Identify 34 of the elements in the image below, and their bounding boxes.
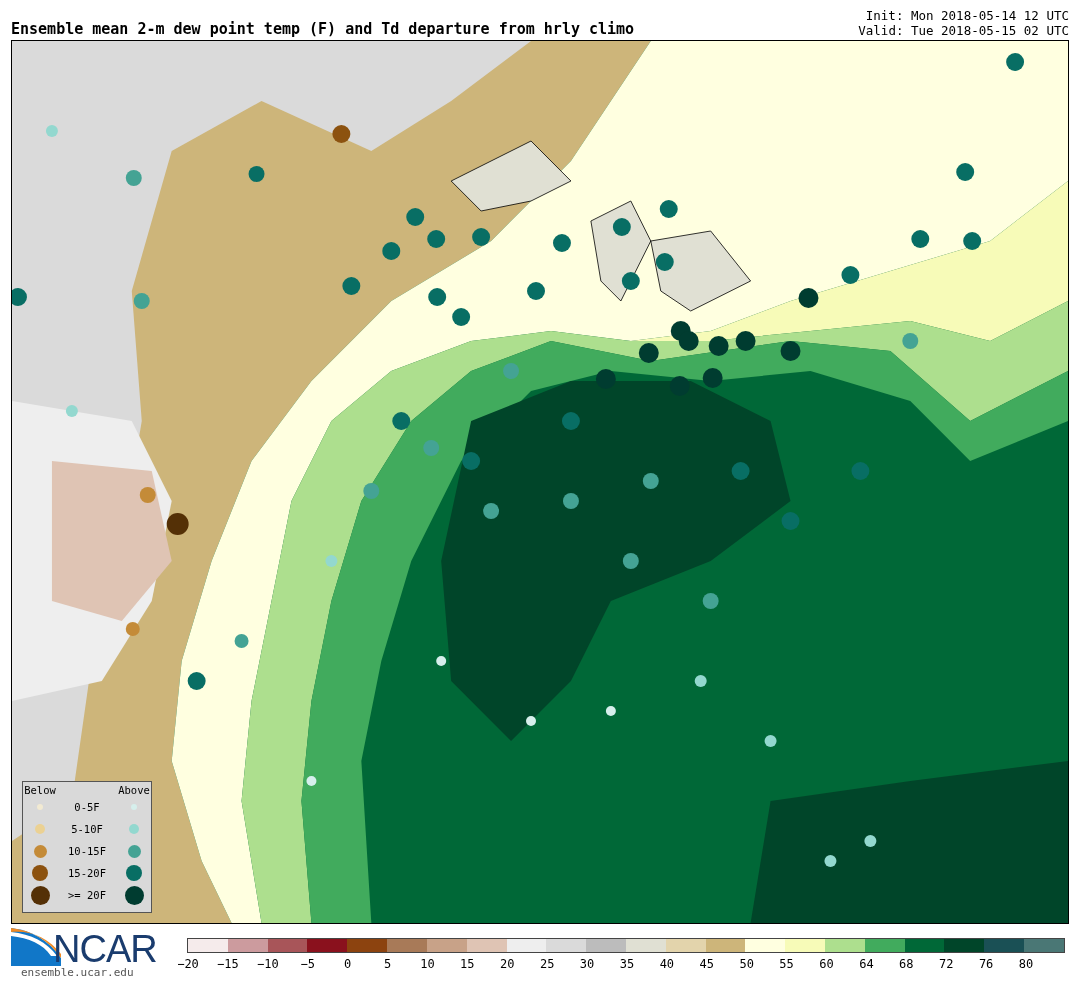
logo-text: NCAR	[53, 932, 157, 966]
colorbar-tick-label: 64	[859, 957, 874, 971]
colorbar-tick-label: 45	[699, 957, 714, 971]
website-url: ensemble.ucar.edu	[21, 966, 135, 979]
legend-label: 5-10F	[71, 823, 103, 835]
colorbar-tick-label: 55	[779, 957, 794, 971]
colorbar-tick-label: 30	[579, 957, 595, 971]
colorbar-tick-label: −20	[177, 957, 199, 971]
colorbar-tick-label: 80	[1018, 957, 1034, 971]
legend-label: 0-5F	[74, 801, 100, 813]
colorbar-tick-label: 76	[978, 957, 994, 971]
valid-time: Valid: Tue 2018-05-15 02 UTC	[858, 23, 1069, 38]
colorbar-tick-label: 15	[460, 957, 475, 971]
legend-label: >= 20F	[68, 889, 106, 901]
colorbar-tick-label: 0	[344, 957, 352, 971]
colorbar-tick-label: 35	[619, 957, 635, 971]
colorbar-tick-label: −10	[256, 957, 279, 971]
colorbar-tick-label: −15	[217, 957, 239, 971]
legend-heading: Above	[118, 784, 150, 796]
colorbar-tick-label: 5	[383, 957, 392, 971]
colorbar-tick-label: 72	[939, 957, 954, 971]
colorbar-tick-label: 68	[899, 957, 914, 971]
colorbar-tick-label: 10	[420, 957, 435, 971]
colorbar-tick-label: −5	[300, 957, 315, 971]
legend-label: 10-15F	[68, 845, 106, 857]
colorbar-tick-label: 40	[659, 957, 675, 971]
chart-title: Ensemble mean 2-m dew point temp (F) and Td departure from hrly climo	[11, 20, 635, 38]
legend-heading: Below	[24, 784, 56, 796]
init-time: Init: Mon 2018-05-14 12 UTC	[865, 8, 1069, 23]
colorbar-tick-label: 20	[500, 957, 515, 971]
colorbar-tick-label: 60	[819, 957, 834, 971]
legend-label: 15-20F	[68, 867, 106, 879]
colorbar-tick-label: 50	[739, 957, 754, 971]
colorbar-tick-label: 25	[539, 957, 555, 971]
